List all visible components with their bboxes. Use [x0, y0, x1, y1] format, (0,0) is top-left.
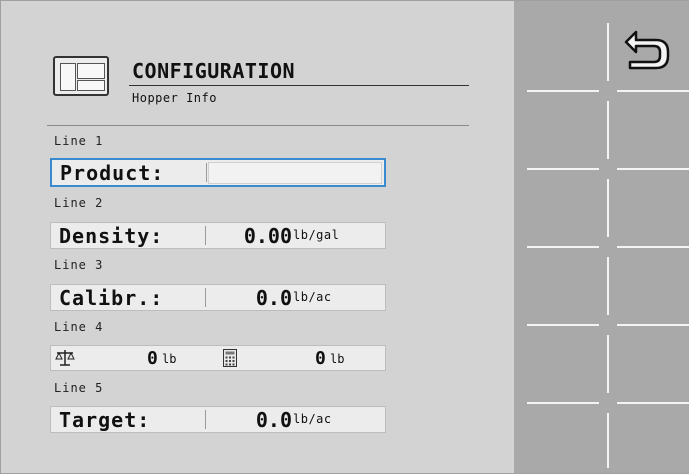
- page-title: CONFIGURATION: [132, 59, 296, 83]
- line-4-label: Line 4: [54, 320, 104, 334]
- product-value-box[interactable]: [208, 162, 382, 184]
- softkey-divider: [607, 101, 609, 159]
- field-separator: [205, 288, 206, 307]
- line-2-label: Line 2: [54, 196, 104, 210]
- softkey-divider: [607, 335, 609, 393]
- configuration-page-icon: [53, 56, 109, 96]
- header-divider: [47, 125, 469, 126]
- softkey-divider: [617, 168, 689, 170]
- softkey-divider: [607, 23, 609, 81]
- calculator-icon: [223, 349, 237, 367]
- calculated-weight-unit: lb: [330, 352, 345, 366]
- softkey-divider: [607, 257, 609, 315]
- softkey-divider: [527, 324, 599, 326]
- back-softkey[interactable]: [614, 11, 688, 87]
- calculated-weight-value: 0: [315, 348, 326, 369]
- softkey-2-left[interactable]: [521, 93, 605, 165]
- softkey-divider: [607, 179, 609, 237]
- softkey-divider: [607, 413, 609, 468]
- softkey-1-left[interactable]: [521, 11, 605, 87]
- field-separator: [205, 410, 206, 429]
- softkey-3-right[interactable]: [614, 171, 688, 243]
- softkey-5-right[interactable]: [614, 327, 688, 399]
- softkey-divider: [527, 90, 599, 92]
- main-panel: CONFIGURATION Hopper Info Line 1 Product…: [1, 1, 513, 473]
- density-label: Density:: [59, 224, 164, 248]
- target-label: Target:: [59, 408, 151, 432]
- field-separator: [206, 163, 207, 182]
- scale-weight-unit: lb: [162, 352, 177, 366]
- title-underline: [129, 85, 469, 86]
- softkey-6-left[interactable]: [521, 405, 605, 471]
- line-1-label: Line 1: [54, 134, 104, 148]
- calibration-label: Calibr.:: [59, 286, 164, 310]
- softkey-divider: [617, 246, 689, 248]
- softkey-6-right[interactable]: [614, 405, 688, 471]
- terminal-frame: CONFIGURATION Hopper Info Line 1 Product…: [0, 0, 689, 474]
- calibration-value: 0.0: [255, 286, 292, 310]
- softkey-4-right[interactable]: [614, 249, 688, 321]
- softkey-3-left[interactable]: [521, 171, 605, 243]
- softkey-divider: [527, 402, 599, 404]
- density-unit: lb/gal: [293, 228, 340, 242]
- hopper-weights-row[interactable]: 0 lb 0 lb: [50, 345, 386, 371]
- target-value: 0.0: [255, 408, 292, 432]
- softkey-divider: [527, 168, 599, 170]
- target-unit: lb/ac: [293, 412, 332, 426]
- product-label: Product:: [60, 161, 165, 185]
- softkey-2-right[interactable]: [614, 93, 688, 165]
- line-5-label: Line 5: [54, 381, 104, 395]
- softkey-divider: [617, 402, 689, 404]
- product-field[interactable]: Product:: [50, 158, 386, 187]
- back-arrow-icon: [624, 30, 670, 70]
- field-separator: [205, 226, 206, 245]
- target-field[interactable]: Target: 0.0 lb/ac: [50, 406, 386, 433]
- scale-weight-value: 0: [147, 348, 158, 369]
- softkey-divider: [527, 246, 599, 248]
- line-3-label: Line 3: [54, 258, 104, 272]
- calibration-field[interactable]: Calibr.: 0.0 lb/ac: [50, 284, 386, 311]
- softkey-divider: [617, 90, 689, 92]
- page-subtitle: Hopper Info: [132, 91, 217, 105]
- softkey-4-left[interactable]: [521, 249, 605, 321]
- density-field[interactable]: Density: 0.00 lb/gal: [50, 222, 386, 249]
- scale-icon: [55, 350, 75, 366]
- calibration-unit: lb/ac: [293, 290, 332, 304]
- softkey-divider: [617, 324, 689, 326]
- density-value: 0.00: [243, 224, 292, 248]
- softkey-5-left[interactable]: [521, 327, 605, 399]
